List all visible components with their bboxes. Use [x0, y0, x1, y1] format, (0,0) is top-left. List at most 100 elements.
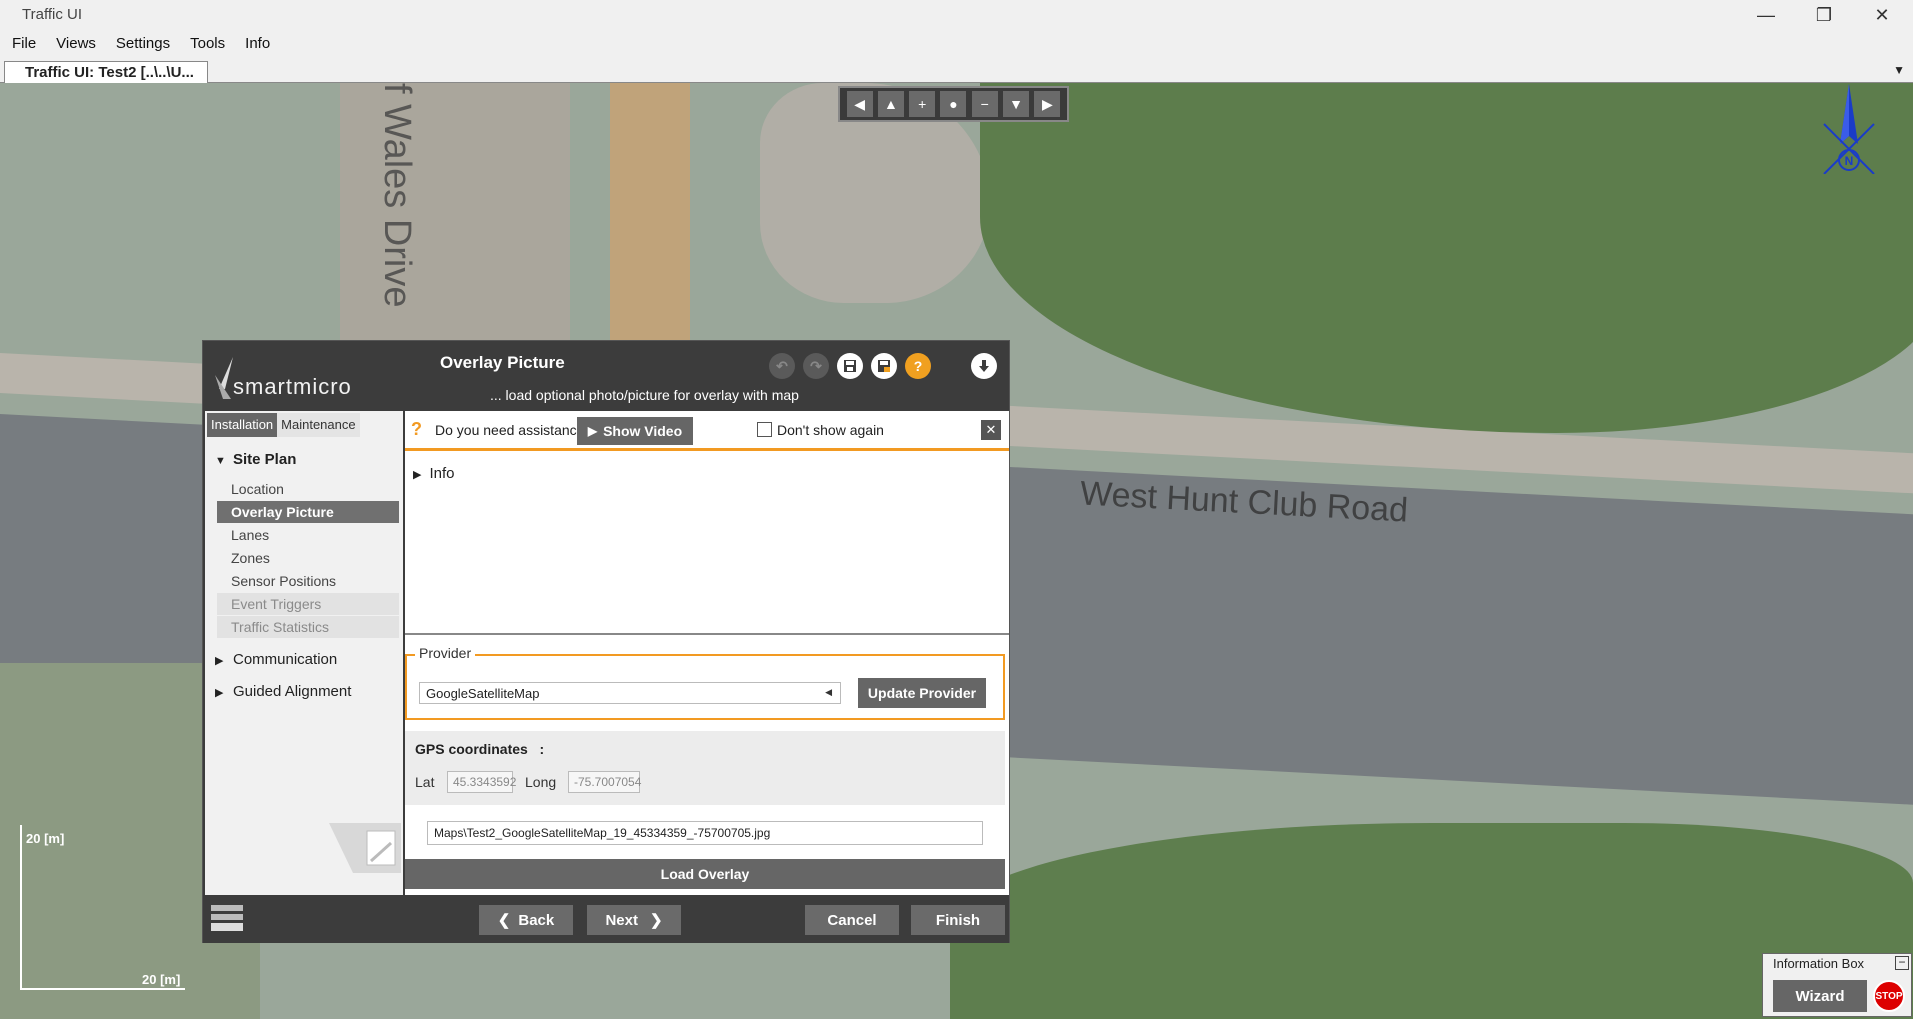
- provider-group: Provider GoogleSatelliteMap ◀ Update Pro…: [405, 645, 1005, 720]
- tree-guided-alignment[interactable]: ▶ Guided Alignment: [215, 683, 351, 700]
- menu-views[interactable]: Views: [56, 35, 96, 52]
- question-icon: ?: [411, 419, 422, 439]
- back-label: Back: [518, 911, 555, 929]
- download-icon[interactable]: [971, 353, 997, 379]
- gps-title-text: GPS coordinates: [415, 741, 528, 757]
- scale-horizontal-label: 20 [m]: [142, 972, 181, 987]
- compass-letter: N: [1845, 154, 1854, 168]
- dialog-header: smartmicro Overlay Picture ... load opti…: [203, 341, 1009, 409]
- chevron-left-icon: ❮: [497, 912, 511, 929]
- tree-site-plan[interactable]: ▼ Site Plan: [215, 451, 296, 468]
- sidebar-fold-icon: [329, 823, 401, 873]
- collapsed-icon: ▶: [413, 469, 422, 481]
- sidebar-item-overlay-picture[interactable]: Overlay Picture: [217, 501, 399, 523]
- tree-site-plan-label: Site Plan: [233, 451, 297, 468]
- next-label: Next: [605, 911, 638, 929]
- lat-field: 45.3343592: [447, 771, 516, 793]
- sidebar-item-location[interactable]: Location: [217, 478, 399, 500]
- info-expander[interactable]: ▶ Info: [413, 465, 455, 482]
- load-overlay-button[interactable]: Load Overlay: [405, 859, 1005, 889]
- document-tab[interactable]: Traffic UI: Test2 [..\..\U...: [4, 61, 208, 84]
- cancel-button[interactable]: Cancel: [805, 905, 899, 935]
- menu-file[interactable]: File: [12, 35, 36, 52]
- menu-bar: File Views Settings Tools Info: [0, 30, 1913, 57]
- assistance-text: Do you need assistance?: [435, 422, 593, 438]
- center-icon[interactable]: ●: [940, 91, 967, 117]
- tree-communication[interactable]: ▶ Communication: [215, 651, 337, 668]
- tree-guided-alignment-label: Guided Alignment: [233, 683, 352, 700]
- play-icon: ▶: [587, 424, 598, 438]
- pan-down-icon[interactable]: ▼: [1003, 91, 1030, 117]
- document-tab-bar: Traffic UI: Test2 [..\..\U... ▼: [0, 57, 1913, 84]
- save-as-icon[interactable]: [871, 353, 897, 379]
- wizard-content: ? Do you need assistance? ▶ Show Video D…: [405, 411, 1009, 895]
- minimize-button[interactable]: —: [1737, 0, 1795, 30]
- dialog-footer: ❮ Back Next ❯ Cancel Finish: [203, 895, 1009, 943]
- help-icon[interactable]: ?: [905, 353, 931, 379]
- smartmicro-logo: smartmicro: [211, 355, 401, 401]
- chevron-right-icon: ❯: [649, 912, 663, 929]
- zoom-out-icon[interactable]: −: [971, 91, 998, 117]
- sidebar-item-traffic-statistics: Traffic Statistics: [217, 616, 399, 638]
- sidebar-tabs: Installation Maintenance: [207, 413, 360, 437]
- tree-communication-label: Communication: [233, 651, 338, 668]
- map-navigation-controls: ◀ ▲ + ● − ▼ ▶: [838, 86, 1069, 122]
- pan-right-icon[interactable]: ▶: [1034, 91, 1061, 117]
- layers-icon[interactable]: [211, 905, 243, 933]
- information-box-minimize-button[interactable]: −: [1895, 956, 1909, 970]
- provider-select[interactable]: GoogleSatelliteMap ◀: [419, 682, 841, 704]
- save-icon[interactable]: [837, 353, 863, 379]
- sidebar-item-zones[interactable]: Zones: [217, 547, 399, 569]
- zoom-in-icon[interactable]: +: [909, 91, 936, 117]
- show-video-button[interactable]: ▶ Show Video: [577, 417, 693, 445]
- scale-vertical-line: [20, 825, 22, 990]
- long-label: Long: [525, 774, 557, 790]
- logo-text: smartmicro: [233, 374, 352, 399]
- title-bar: Traffic UI — ❐ ✕: [0, 0, 1913, 30]
- show-video-label: Show Video: [603, 423, 683, 439]
- pan-up-icon[interactable]: ▲: [877, 91, 904, 117]
- stop-button[interactable]: STOP: [1873, 980, 1905, 1012]
- menu-settings[interactable]: Settings: [116, 35, 170, 52]
- dialog-title: Overlay Picture: [440, 353, 565, 372]
- finish-button[interactable]: Finish: [911, 905, 1005, 935]
- dont-show-again-checkbox[interactable]: [757, 422, 772, 437]
- divider: [405, 633, 1009, 635]
- tab-installation[interactable]: Installation: [207, 413, 278, 437]
- dropdown-arrow-icon: ◀: [825, 687, 832, 697]
- wizard-sidebar: Installation Maintenance ▼ Site Plan Loca…: [205, 411, 403, 895]
- tab-list-dropdown-icon[interactable]: ▼: [1893, 63, 1905, 77]
- sidebar-item-sensor-positions[interactable]: Sensor Positions: [217, 570, 399, 592]
- next-button[interactable]: Next ❯: [587, 905, 681, 935]
- pan-left-icon[interactable]: ◀: [846, 91, 873, 117]
- long-field: -75.7007054: [568, 771, 641, 793]
- menu-tools[interactable]: Tools: [190, 35, 225, 52]
- window-title: Traffic UI: [22, 6, 83, 23]
- gps-title-colon: :: [539, 741, 545, 757]
- back-button[interactable]: ❮ Back: [479, 905, 573, 935]
- close-assistance-button[interactable]: ✕: [981, 420, 1001, 440]
- gps-title: GPS coordinates :: [415, 741, 544, 757]
- compass-icon: N: [1820, 84, 1878, 175]
- sidebar-item-lanes[interactable]: Lanes: [217, 524, 399, 546]
- overlay-picture-dialog: smartmicro Overlay Picture ... load opti…: [202, 340, 1010, 943]
- dialog-subtitle: ... load optional photo/picture for over…: [490, 387, 799, 403]
- tab-maintenance[interactable]: Maintenance: [277, 413, 360, 437]
- gps-coordinates-panel: GPS coordinates : Lat 45.3343592 Long -7…: [405, 731, 1005, 805]
- information-box-title: Information Box: [1773, 956, 1865, 971]
- lat-label: Lat: [415, 774, 435, 790]
- close-window-button[interactable]: ✕: [1853, 0, 1911, 30]
- overlay-file-path[interactable]: Maps\Test2_GoogleSatelliteMap_19_4533435…: [427, 821, 983, 845]
- sidebar-item-event-triggers: Event Triggers: [217, 593, 399, 615]
- restore-button[interactable]: ❐: [1795, 0, 1853, 30]
- undo-icon[interactable]: ↶: [769, 353, 795, 379]
- collapsed-icon: ▶: [215, 655, 224, 667]
- menu-info[interactable]: Info: [245, 35, 270, 52]
- scale-vertical-label: 20 [m]: [26, 831, 65, 846]
- information-box: Information Box − Wizard STOP: [1762, 953, 1912, 1017]
- update-provider-button[interactable]: Update Provider: [858, 678, 986, 708]
- provider-legend: Provider: [415, 645, 476, 661]
- redo-icon[interactable]: ↷: [803, 353, 829, 379]
- wizard-button[interactable]: Wizard: [1773, 980, 1867, 1012]
- collapsed-icon: ▶: [215, 687, 224, 699]
